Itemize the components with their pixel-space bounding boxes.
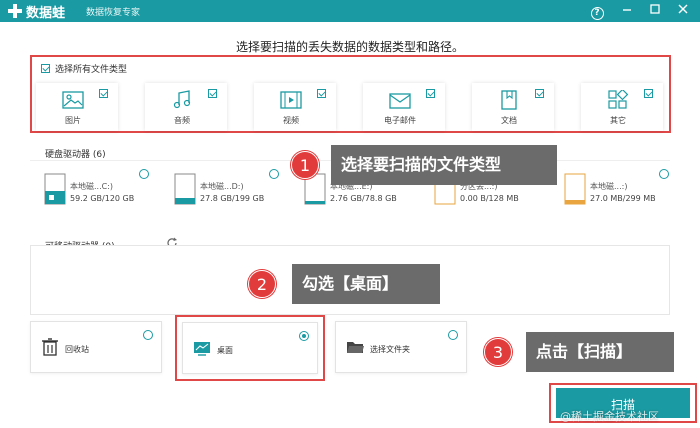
file-type-panel: 选择所有文件类型 图片 音频 视频 电子邮件 文档 其它 <box>30 55 671 133</box>
drive-radio[interactable] <box>269 169 279 179</box>
drive-radio[interactable] <box>139 169 149 179</box>
drive-item[interactable]: 本地磁...:) 27.0 MB/299 MB <box>552 167 677 217</box>
drive-name: 本地磁...:) <box>590 182 628 191</box>
app-subtitle: 数据恢复专家 <box>86 8 141 18</box>
checkbox-checked-icon[interactable] <box>426 89 435 98</box>
image-icon <box>62 91 84 109</box>
callout-step3: 点击【扫描】 <box>526 332 674 372</box>
close-icon <box>678 4 688 14</box>
callout-text: 选择要扫描的文件类型 <box>341 155 502 174</box>
drive-size: 27.8 GB/199 GB <box>200 194 265 203</box>
drive-icon <box>564 173 586 205</box>
drive-item[interactable]: 本地磁...C:) 59.2 GB/120 GB <box>32 167 157 217</box>
logo-icon <box>8 4 22 18</box>
file-type-label: 音频 <box>174 116 190 125</box>
file-type-label: 文档 <box>501 116 517 125</box>
file-type-video[interactable]: 视频 <box>254 83 336 131</box>
minimize-button[interactable] <box>618 2 636 20</box>
checkbox-checked-icon[interactable] <box>644 89 653 98</box>
callout-text: 点击【扫描】 <box>536 342 633 361</box>
file-type-email[interactable]: 电子邮件 <box>363 83 445 131</box>
app-name: 数据蛙 <box>26 6 66 21</box>
location-recycle-bin[interactable]: 回收站 <box>30 321 162 373</box>
location-radio[interactable] <box>448 330 458 340</box>
email-icon <box>389 93 411 109</box>
folder-icon <box>347 342 364 353</box>
file-type-label: 电子邮件 <box>384 116 416 125</box>
video-icon <box>280 91 302 109</box>
file-type-other[interactable]: 其它 <box>581 83 663 131</box>
instruction-text: 选择要扫描的丢失数据的数据类型和路径。 <box>235 40 464 54</box>
checkbox-checked-icon[interactable] <box>535 89 544 98</box>
file-type-label: 视频 <box>283 116 299 125</box>
title-bar: 数据蛙 数据恢复专家 ? <box>0 0 700 22</box>
drive-size: 59.2 GB/120 GB <box>70 194 135 203</box>
callout-text: 勾选【桌面】 <box>302 274 399 293</box>
file-type-audio[interactable]: 音频 <box>145 83 227 131</box>
help-icon: ? <box>590 7 604 20</box>
music-icon <box>173 90 191 109</box>
file-type-label: 图片 <box>65 116 81 125</box>
recycle-bin-icon <box>42 338 58 356</box>
callout-step2: 勾选【桌面】 <box>292 264 440 304</box>
hard-drives-label: 硬盘驱动器 (6) <box>45 150 106 160</box>
drive-name: 本地磁...C:) <box>70 182 114 191</box>
watermark: @稀土掘金技术社区 <box>560 410 659 423</box>
system-drive-icon <box>44 173 66 205</box>
drive-radio[interactable] <box>659 169 669 179</box>
other-icon <box>608 90 629 109</box>
file-type-image[interactable]: 图片 <box>36 83 118 131</box>
location-choose-folder[interactable]: 选择文件夹 <box>335 321 467 373</box>
checkbox-checked-icon[interactable] <box>99 89 108 98</box>
checkbox-checked-icon[interactable] <box>317 89 326 98</box>
minimize-icon <box>623 9 631 11</box>
file-type-document[interactable]: 文档 <box>472 83 554 131</box>
checkbox-checked-icon <box>41 64 50 73</box>
drive-icon <box>174 173 196 205</box>
document-icon <box>501 90 517 110</box>
drive-size: 2.76 GB/78.8 GB <box>330 194 397 203</box>
drive-size: 0.00 B/128 MB <box>460 194 519 203</box>
step-badge-3: 3 <box>484 338 512 366</box>
select-all-label: 选择所有文件类型 <box>55 65 128 75</box>
location-label: 选择文件夹 <box>370 345 410 354</box>
help-button[interactable]: ? <box>588 2 606 20</box>
location-radio[interactable] <box>143 330 153 340</box>
close-button[interactable] <box>674 2 692 20</box>
desktop-highlight <box>175 315 325 381</box>
step-badge-2: 2 <box>248 270 276 298</box>
select-all-checkbox[interactable]: 选择所有文件类型 <box>41 62 127 75</box>
step-badge-1: 1 <box>291 151 319 179</box>
drive-size: 27.0 MB/299 MB <box>590 194 656 203</box>
maximize-button[interactable] <box>646 2 664 20</box>
checkbox-checked-icon[interactable] <box>208 89 217 98</box>
location-label: 回收站 <box>65 345 89 354</box>
maximize-icon <box>650 4 660 14</box>
drive-name: 本地磁...D:) <box>200 182 244 191</box>
drive-item[interactable]: 本地磁...D:) 27.8 GB/199 GB <box>162 167 287 217</box>
callout-step1: 选择要扫描的文件类型 <box>331 145 557 185</box>
file-type-label: 其它 <box>610 116 626 125</box>
